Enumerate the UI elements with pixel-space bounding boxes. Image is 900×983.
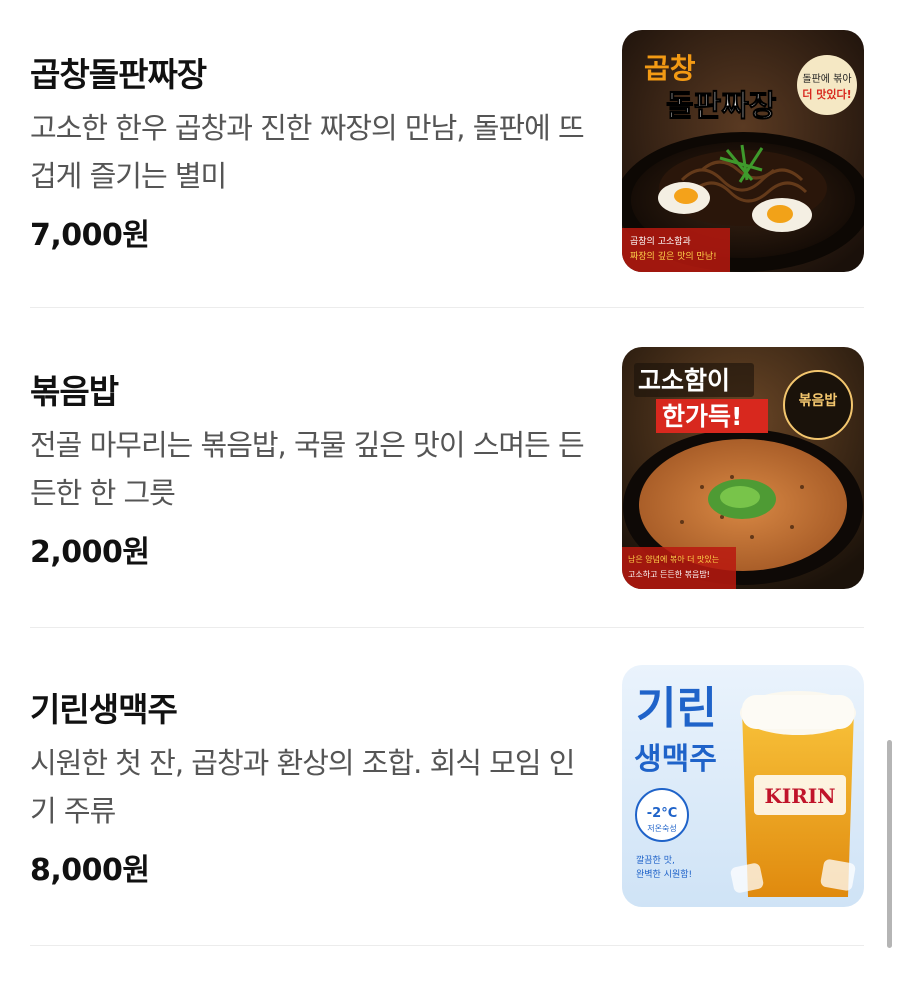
thumb-headline: 고소함이 (638, 366, 730, 395)
divider (30, 627, 864, 628)
menu-item-name: 곱창돌판짜장 (30, 55, 207, 94)
menu-item-price: 8,000원 (30, 853, 150, 888)
menu-item-image: 곱창 돌판짜장 돌판에 볶아 더 맛있다! 곱창의 고소함과 짜장의 깊은 맛의… (622, 30, 864, 272)
thumb-headline: 생맥주 (634, 742, 717, 777)
thumb-caption: 남은 양념에 볶아 더 맛있는 (628, 554, 719, 564)
menu-item-description: 전골 마무리는 볶음밥, 국물 깊은 맛이 스며든 든든한 한 그릇 (30, 428, 585, 510)
thumb-badge: 볶음밥 (799, 392, 838, 409)
menu-item-price: 2,000원 (30, 535, 150, 570)
thumb-badge: 저온숙성 (647, 824, 676, 833)
menu-item-description: 고소한 한우 곱창과 진한 짜장의 만남, 돌판에 뜨겁게 즐기는 별미 (30, 111, 585, 193)
thumb-caption: 고소하고 든든한 볶음밥! (628, 569, 710, 579)
thumb-caption: 곱창의 고소함과 (630, 236, 691, 247)
menu-item-fried-rice[interactable]: 볶음밥 전골 마무리는 볶음밥, 국물 깊은 맛이 스며든 든든한 한 그릇 2… (30, 347, 864, 665)
thumb-badge: 더 맛있다! (802, 87, 851, 101)
menu-item-description: 시원한 첫 잔, 곱창과 환상의 조합. 회식 모임 인기 주류 (30, 746, 575, 828)
menu-item-gopchang-jjajang[interactable]: 곱창돌판짜장 고소한 한우 곱창과 진한 짜장의 만남, 돌판에 뜨겁게 즐기는… (30, 30, 864, 348)
divider (30, 307, 864, 308)
menu-item-price: 7,000원 (30, 218, 150, 253)
thumb-badge: 돌판에 볶아 (802, 73, 851, 85)
menu-item-image: 기린 생맥주 -2°C 저온숙성 깔끔한 맛, 완벽한 시원함! KIRIN (622, 665, 864, 907)
menu-item-image: 고소함이 한가득! 볶음밥 남은 양념에 볶아 더 맛있는 고소하고 든든한 볶… (622, 347, 864, 589)
thumb-caption: 완벽한 시원함! (636, 869, 692, 880)
thumb-brand: KIRIN (765, 784, 836, 808)
scrollbar[interactable] (887, 740, 892, 948)
divider (30, 945, 864, 946)
menu-item-kirin-draft-beer[interactable]: 기린생맥주 시원한 첫 잔, 곱창과 환상의 조합. 회식 모임 인기 주류 8… (30, 665, 864, 983)
thumb-headline: 한가득! (662, 402, 742, 431)
thumb-caption: 짜장의 깊은 맛의 만남! (630, 250, 717, 262)
thumb-headline: 기린 (636, 683, 717, 734)
thumb-badge: -2°C (647, 806, 677, 821)
thumb-headline: 곱창 (644, 52, 696, 85)
thumb-caption: 깔끔한 맛, (636, 854, 675, 866)
thumb-headline: 돌판짜장 (666, 89, 777, 124)
menu-item-name: 볶음밥 (30, 372, 119, 411)
menu-item-name: 기린생맥주 (30, 690, 178, 729)
